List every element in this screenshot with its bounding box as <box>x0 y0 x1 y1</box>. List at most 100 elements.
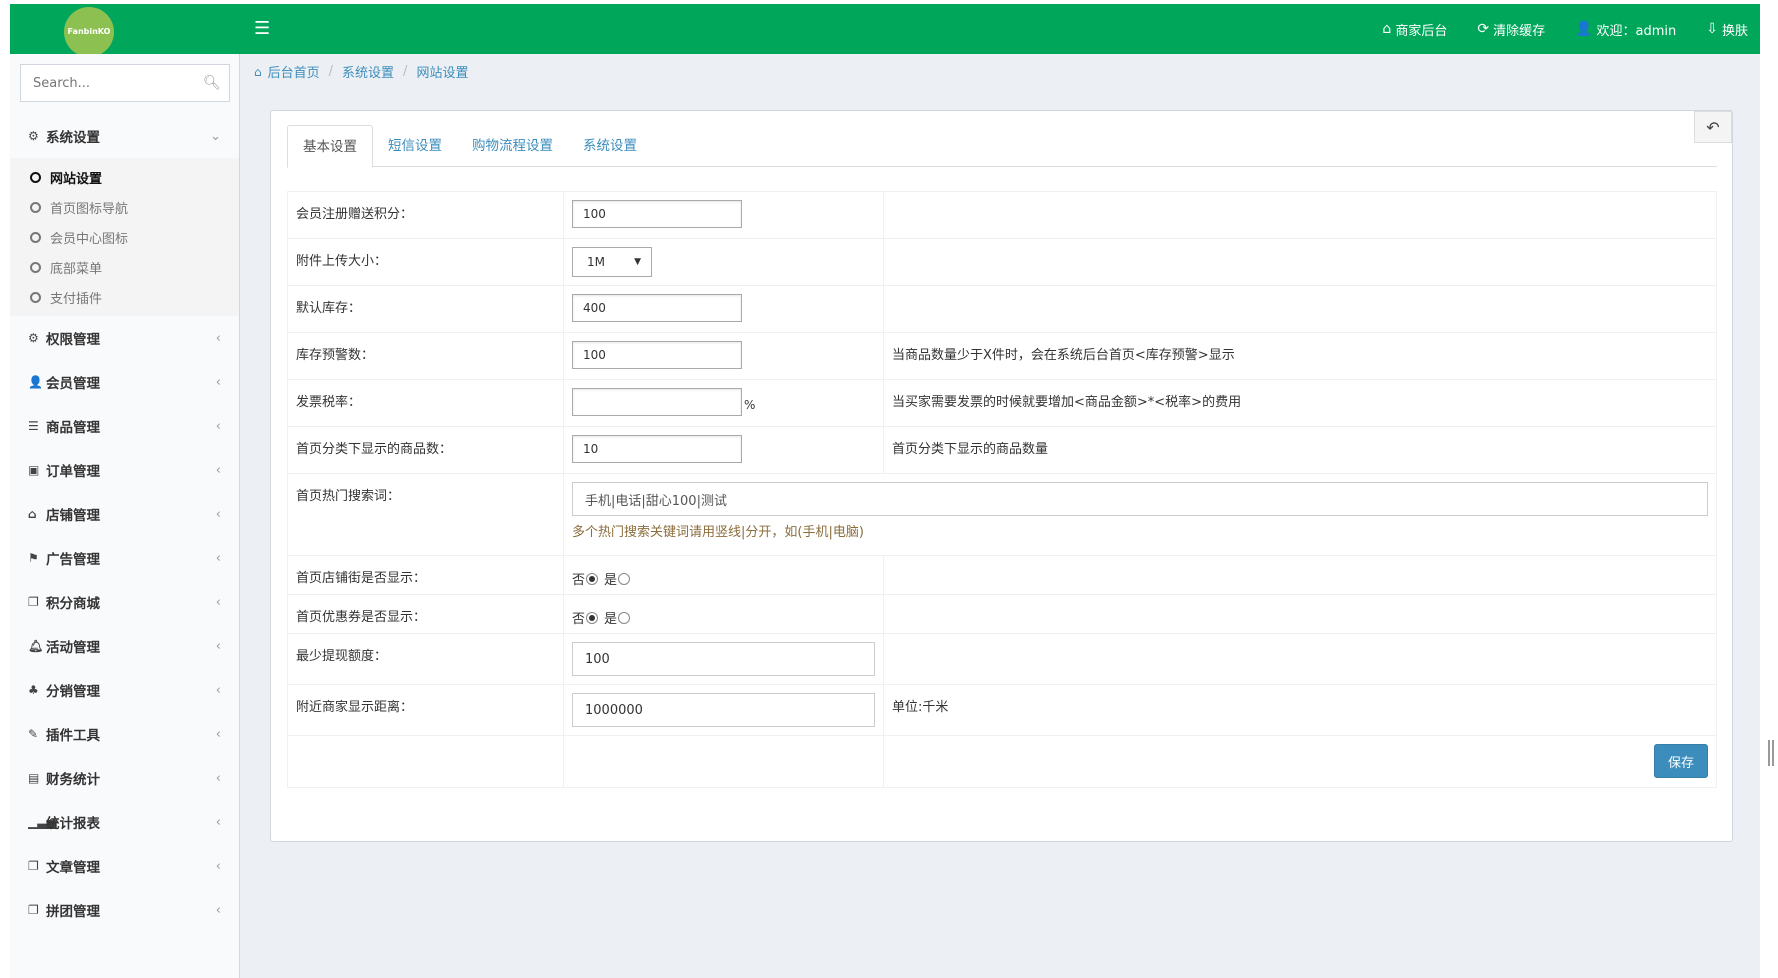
field-label: 附近商家显示距离： <box>288 685 564 735</box>
sidebar-group-label: 活动管理 <box>46 640 100 656</box>
refresh-icon: ⟳ <box>1477 21 1490 37</box>
book-icon: ▤ <box>28 771 40 785</box>
nearby-distance-input[interactable] <box>572 693 875 727</box>
field-hint <box>884 634 1716 684</box>
nav-user[interactable]: 👤 欢迎：admin <box>1575 20 1676 39</box>
sidebar-item-bottom-menu[interactable]: 底部菜单 <box>10 252 239 282</box>
select-value: 1M <box>587 255 605 269</box>
skin-icon: ⇩ <box>1706 21 1718 37</box>
sidebar-group-orders[interactable]: ▣ 订单管理 ‹ <box>10 448 239 492</box>
hot-keywords-input[interactable] <box>572 482 1708 516</box>
sidebar-group-products[interactable]: ☰ 商品管理 ‹ <box>10 404 239 448</box>
sidebar-group-label: 订单管理 <box>46 464 100 480</box>
field-hint <box>884 286 1716 332</box>
circle-icon <box>30 171 41 183</box>
chevron-down-icon: ⌄ <box>210 128 221 144</box>
nav-change-skin[interactable]: ⇩ 换肤 <box>1706 20 1748 39</box>
field-control: % <box>564 380 884 426</box>
upload-size-select[interactable]: 1M ▼ <box>572 247 652 277</box>
tab-system-settings[interactable]: 系统设置 <box>568 125 652 167</box>
circle-icon <box>30 291 41 303</box>
field-hint <box>884 595 1716 633</box>
tab-basic-settings[interactable]: 基本设置 <box>287 125 373 168</box>
field-control <box>564 333 884 379</box>
share-icon: ♣ <box>28 683 39 697</box>
sidebar-group-ads[interactable]: ⚑ 广告管理 ‹ <box>10 536 239 580</box>
home-icon: ⌂ <box>1382 21 1392 37</box>
sidebar-item-member-center-icon[interactable]: 会员中心图标 <box>10 222 239 252</box>
empty-cell <box>564 736 884 787</box>
sidebar-group-reports[interactable]: ▁▃▅ 统计报表 ‹ <box>10 800 239 844</box>
radio-label-yes: 是 <box>604 612 618 627</box>
coupon-no-radio[interactable] <box>586 611 599 624</box>
resize-handle[interactable] <box>1768 740 1774 766</box>
field-control <box>564 685 884 735</box>
field-label: 库存预警数： <box>288 333 564 379</box>
app-frame: FanbinKO ☰ ⌂ 商家后台 ⟳ 清除缓存 👤 欢迎：admin ⇩ 换肤 <box>10 4 1760 978</box>
money-icon: ▣ <box>28 463 40 477</box>
sidebar-group-permissions[interactable]: ⚙ 权限管理 ‹ <box>10 316 239 360</box>
save-button[interactable]: 保存 <box>1654 744 1708 778</box>
user-icon: 👤 <box>1575 21 1593 37</box>
field-hint <box>884 239 1716 285</box>
sidebar-group-label: 积分商城 <box>46 596 100 612</box>
sidebar-group-finance[interactable]: ▤ 财务统计 ‹ <box>10 756 239 800</box>
search-icon[interactable]: 🔍︎ <box>203 75 221 91</box>
field-hint: 首页分类下显示的商品数量 <box>892 442 1049 457</box>
form-row: 发票税率： % 当买家需要发票的时候就要增加<商品金额>*<税率>的费用 <box>288 380 1716 427</box>
nav-clear-cache[interactable]: ⟳ 清除缓存 <box>1477 20 1545 39</box>
tab-sms-settings[interactable]: 短信设置 <box>373 125 457 167</box>
shop-street-no-radio[interactable] <box>586 572 599 585</box>
breadcrumb: ⌂ 后台首页 / 系统设置 / 网站设置 <box>254 62 468 81</box>
stock-warning-input[interactable] <box>572 341 742 369</box>
hot-keywords-help: 多个热门搜索关键词请用竖线|分开，如(手机|电脑) <box>572 525 864 540</box>
field-control <box>564 286 884 332</box>
field-control <box>564 192 884 238</box>
sidebar-group-system-settings[interactable]: ⚙ 系统设置 ⌄ <box>10 114 239 158</box>
settings-tabs: 基本设置 短信设置 购物流程设置 系统设置 <box>287 125 1717 168</box>
register-points-input[interactable] <box>572 200 742 228</box>
logo[interactable]: FanbinKO <box>64 7 114 57</box>
invoice-tax-input[interactable] <box>572 388 742 416</box>
signal-icon: ▁▃▅ <box>28 815 56 829</box>
breadcrumb-website-settings[interactable]: 网站设置 <box>416 62 468 81</box>
field-hint <box>884 556 1716 594</box>
form-row: 首页店铺街是否显示： 否 是 <box>288 556 1716 595</box>
shop-street-yes-radio[interactable] <box>618 572 631 585</box>
sidebar-group-articles[interactable]: ❐ 文章管理 ‹ <box>10 844 239 888</box>
sidebar-item-payment-plugin[interactable]: 支付插件 <box>10 282 239 312</box>
sidebar-group-group-buy[interactable]: ❐ 拼团管理 ‹ <box>10 888 239 932</box>
chevron-left-icon: ‹ <box>215 814 221 830</box>
sidebar-group-shops[interactable]: ⌂ 店铺管理 ‹ <box>10 492 239 536</box>
form-row: 最少提现额度： <box>288 634 1716 685</box>
tab-shopping-flow-settings[interactable]: 购物流程设置 <box>457 125 568 167</box>
sidebar-group-label: 店铺管理 <box>46 508 100 524</box>
default-stock-input[interactable] <box>572 294 742 322</box>
form-row: 默认库存： <box>288 286 1716 333</box>
chevron-left-icon: ‹ <box>215 330 221 346</box>
nav-merchant-backend[interactable]: ⌂ 商家后台 <box>1382 20 1447 39</box>
field-control <box>564 427 884 473</box>
sidebar-item-website-settings[interactable]: 网站设置 <box>10 162 239 192</box>
sidebar-item-label: 支付插件 <box>50 291 103 307</box>
sidebar-group-activities[interactable]: 🔔︎ 活动管理 ‹ <box>10 624 239 668</box>
plug-icon: ✎ <box>28 727 39 741</box>
breadcrumb-system-settings[interactable]: 系统设置 <box>342 62 394 81</box>
chevron-left-icon: ‹ <box>215 902 221 918</box>
breadcrumb-home[interactable]: 后台首页 <box>268 62 320 81</box>
min-withdraw-input[interactable] <box>572 642 875 676</box>
field-label: 首页分类下显示的商品数： <box>288 427 564 473</box>
coupon-yes-radio[interactable] <box>618 611 631 624</box>
sidebar-group-members[interactable]: 👤 会员管理 ‹ <box>10 360 239 404</box>
sidebar-item-label: 底部菜单 <box>50 261 103 277</box>
search-input[interactable] <box>33 75 203 91</box>
hamburger-menu-icon[interactable]: ☰ <box>254 18 270 39</box>
sidebar-group-label: 分销管理 <box>46 684 100 700</box>
sidebar-group-plugins[interactable]: ✎ 插件工具 ‹ <box>10 712 239 756</box>
sidebar-group-points-mall[interactable]: ❐ 积分商城 ‹ <box>10 580 239 624</box>
sidebar-group-distribution[interactable]: ♣ 分销管理 ‹ <box>10 668 239 712</box>
home-category-count-input[interactable] <box>572 435 742 463</box>
sidebar-item-home-icon-nav[interactable]: 首页图标导航 <box>10 192 239 222</box>
field-label: 首页店铺街是否显示： <box>288 556 564 594</box>
sidebar-menu: ⚙ 系统设置 ⌄ 网站设置 首页图标导航 会员中心图标 底部菜单 支付插件 ⚙ … <box>10 114 239 932</box>
